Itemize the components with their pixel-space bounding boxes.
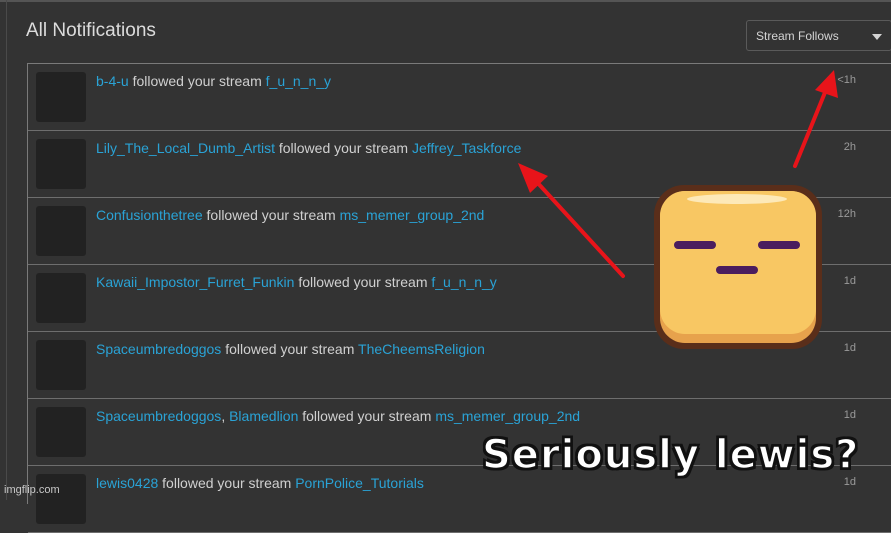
comma-separator: ,: [221, 408, 226, 424]
avatar[interactable]: [36, 72, 86, 122]
stream-link[interactable]: Jeffrey_Taskforce: [412, 140, 521, 156]
avatar[interactable]: [36, 340, 86, 390]
notification-text: Lily_The_Local_Dumb_Artist followed your…: [96, 140, 521, 156]
user-link[interactable]: Confusionthetree: [96, 207, 203, 223]
avatar[interactable]: [36, 206, 86, 256]
action-text: followed your stream: [225, 341, 355, 357]
action-text: followed your stream: [302, 408, 432, 424]
timestamp: 1d: [843, 409, 856, 421]
stream-link[interactable]: ms_memer_group_2nd: [340, 207, 485, 223]
avatar[interactable]: [36, 139, 86, 189]
stream-link[interactable]: f_u_n_n_y: [431, 274, 496, 290]
user-link[interactable]: Lily_The_Local_Dumb_Artist: [96, 140, 275, 156]
caret-down-icon: [872, 34, 882, 40]
action-text: followed your stream: [278, 140, 409, 156]
action-text: followed your stream: [162, 475, 292, 491]
stream-link[interactable]: PornPolice_Tutorials: [295, 475, 424, 491]
timestamp: 1d: [843, 275, 856, 287]
user-link[interactable]: Kawaii_Impostor_Furret_Funkin: [96, 274, 294, 290]
notification-row: b-4-u followed your stream f_u_n_n_y <1h: [28, 64, 891, 131]
page-title: All Notifications: [26, 20, 156, 41]
avatar[interactable]: [36, 273, 86, 323]
filter-selected-value: Stream Follows: [756, 29, 839, 43]
user-link[interactable]: lewis0428: [96, 475, 158, 491]
frame-border-top: [0, 0, 891, 2]
avatar[interactable]: [36, 474, 86, 524]
watermark: imgflip.com: [4, 484, 60, 496]
notification-row: Lily_The_Local_Dumb_Artist followed your…: [28, 131, 891, 198]
meme-caption: Seriously lewis?: [481, 431, 860, 479]
timestamp: 2h: [843, 141, 856, 153]
avatar[interactable]: [36, 407, 86, 457]
timestamp: 12h: [837, 208, 856, 220]
action-text: followed your stream: [298, 274, 428, 290]
notification-text: Spaceumbredoggos followed your stream Th…: [96, 341, 485, 357]
user-link[interactable]: Spaceumbredoggos: [96, 341, 221, 357]
stream-link[interactable]: TheCheemsReligion: [358, 341, 485, 357]
timestamp: 1d: [843, 342, 856, 354]
frame-border-left: [6, 0, 7, 500]
notification-filter-dropdown[interactable]: Stream Follows: [746, 20, 891, 51]
notification-row: Kawaii_Impostor_Furret_Funkin followed y…: [28, 265, 891, 332]
user-link[interactable]: Blamedlion: [229, 408, 298, 424]
action-text: followed your stream: [206, 207, 336, 223]
stream-link[interactable]: ms_memer_group_2nd: [435, 408, 580, 424]
notification-text: Confusionthetree followed your stream ms…: [96, 207, 484, 223]
action-text: followed your stream: [132, 73, 262, 89]
notification-text: lewis0428 followed your stream PornPolic…: [96, 475, 424, 491]
notification-row: Spaceumbredoggos followed your stream Th…: [28, 332, 891, 399]
notification-row: Confusionthetree followed your stream ms…: [28, 198, 891, 265]
stream-link[interactable]: f_u_n_n_y: [266, 73, 331, 89]
notification-text: Kawaii_Impostor_Furret_Funkin followed y…: [96, 274, 497, 290]
notification-text: Spaceumbredoggos, Blamedlion followed yo…: [96, 408, 580, 424]
user-link[interactable]: b-4-u: [96, 73, 129, 89]
timestamp: <1h: [837, 74, 856, 86]
notification-text: b-4-u followed your stream f_u_n_n_y: [96, 73, 331, 89]
user-link[interactable]: Spaceumbredoggos: [96, 408, 221, 424]
